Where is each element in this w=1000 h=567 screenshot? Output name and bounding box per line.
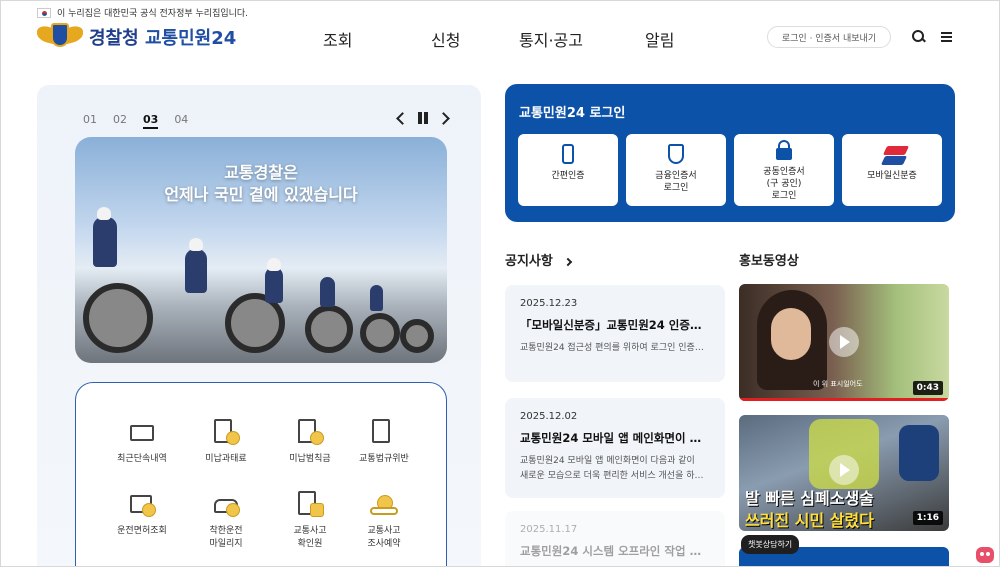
slide-page-04[interactable]: 04 (174, 113, 188, 129)
site-logo[interactable]: 경찰청 교통민원24 (37, 21, 236, 53)
quick-accident-certificate[interactable]: 교통사고 확인원 (270, 491, 350, 551)
play-icon[interactable] (829, 455, 859, 485)
slide-controls (395, 111, 451, 125)
notice-item[interactable]: 2025.12.02 교통민원24 모바일 앱 메인화면이 개편되었습니다 교통… (505, 398, 725, 498)
shield-icon (665, 144, 687, 166)
notice-item[interactable]: 2025.11.17 교통민원24 시스템 오프라인 작업 안내 (505, 511, 725, 566)
slide-page-02[interactable]: 02 (113, 113, 127, 129)
notice-title: 교통민원24 모바일 앱 메인화면이 개편되었습니다 (520, 431, 710, 445)
quick-menu: 최근단속내역 미납과태료 미납범칙금 교통법규위반 운전면허조회 착한운전 마일… (75, 382, 447, 566)
header: 경찰청 교통민원24 조회 신청 통지·공고 알림 로그인 · 인증서 내보내기 (1, 19, 999, 61)
slide-page-03[interactable]: 03 (143, 113, 159, 129)
login-joint-cert-button[interactable]: 공동인증서 (구 공인) 로그인 (734, 134, 834, 206)
hero-banner[interactable]: 교통경찰은 언제나 국민 곁에 있겠습니다 (75, 137, 447, 363)
banner-line-2: 언제나 국민 곁에 있겠습니다 (164, 185, 358, 204)
quick-good-driving-mileage[interactable]: 착한운전 마일리지 (186, 491, 266, 551)
gnb-item-alerts[interactable]: 알림 (645, 27, 674, 51)
video-progress-bar (739, 398, 949, 401)
mobile-id-icon (880, 144, 910, 166)
notice-body: 교통민원24 모바일 앱 메인화면이 다음과 같이 새로운 모습으로 더욱 편리… (520, 456, 710, 481)
notice-title: 「모바일신분증」교통민원24 인증수단 추가 안내 (520, 318, 710, 332)
camera-icon (126, 419, 158, 447)
notice-date: 2025.12.02 (520, 411, 578, 422)
notices-title: 공지사항 (505, 254, 553, 269)
gov-identifier-strip: 이 누리집은 대한민국 공식 전자정부 누리집입니다. (37, 6, 248, 19)
notice-date: 2025.12.23 (520, 298, 578, 309)
slide-pager: 01 02 03 04 (83, 113, 188, 129)
promo-video-1[interactable]: 이 위 표시일어도 0:43 (739, 284, 949, 401)
page: 이 누리집은 대한민국 공식 전자정부 누리집입니다. 경찰청 교통민원24 조… (0, 0, 1000, 567)
notice-title: 교통민원24 시스템 오프라인 작업 안내 (520, 544, 710, 558)
license-coin-icon (126, 491, 158, 519)
notices-section-link[interactable]: 공지사항 (505, 250, 573, 269)
play-icon[interactable] (829, 327, 859, 357)
search-icon[interactable] (911, 29, 927, 45)
login-cert-export-button[interactable]: 로그인 · 인증서 내보내기 (767, 26, 891, 48)
video-duration: 0:43 (912, 381, 943, 395)
video-caption-line-1: 발 빠른 심폐소생술 (745, 489, 874, 508)
login-financial-cert-button[interactable]: 금융인증서 로그인 (626, 134, 726, 206)
gnb-item-inquiry[interactable]: 조회 (323, 27, 352, 51)
car-coin-icon (210, 491, 242, 519)
quick-traffic-violation[interactable]: 교통법규위반 (344, 419, 424, 466)
slide-next-icon[interactable] (439, 111, 451, 125)
login-title: 교통민원24 로그인 (519, 106, 626, 121)
police-emblem-icon (37, 21, 83, 53)
accident-doc-icon (294, 491, 326, 519)
videos-title: 홍보동영상 (739, 254, 799, 269)
hand-coin-icon (368, 491, 400, 519)
slide-prev-icon[interactable] (395, 111, 407, 125)
login-simple-auth-button[interactable]: 간편인증 (518, 134, 618, 206)
notice-item[interactable]: 2025.12.23 「모바일신분증」교통민원24 인증수단 추가 안내 교통민… (505, 285, 725, 382)
quick-unpaid-penalty[interactable]: 미납범칙금 (270, 419, 350, 466)
promo-video-2[interactable]: 발 빠른 심폐소생술 쓰러진 시민 살렸다 1:16 (739, 415, 949, 531)
logo-sub-text: 교통민원24 (144, 28, 237, 49)
notice-date: 2025.11.17 (520, 524, 578, 535)
video-caption-line-2: 쓰러진 시민 살렸다 (745, 511, 874, 530)
login-mobile-id-button[interactable]: 모바일신분증 (842, 134, 942, 206)
chatbot-robot-icon[interactable] (976, 547, 994, 563)
logo-main-text: 경찰청 (89, 28, 139, 49)
gov-strip-text: 이 누리집은 대한민국 공식 전자정부 누리집입니다. (57, 9, 249, 19)
login-card: 교통민원24 로그인 간편인증 금융인증서 로그인 공동인증서 (구 공인) 로… (505, 84, 955, 222)
warning-coin-icon (294, 419, 326, 447)
video-caption: 이 위 표시일어도 (813, 380, 863, 388)
gnb-item-apply[interactable]: 신청 (431, 27, 460, 51)
video-duration: 1:16 (912, 511, 943, 525)
chatbot-button[interactable]: 챗봇상담하기 (741, 535, 800, 554)
notice-body: 교통민원24 접근성 편의를 위하여 로그인 인증수단 (520, 343, 710, 353)
slide-page-01[interactable]: 01 (83, 113, 97, 129)
quick-unpaid-fine[interactable]: 미납과태료 (186, 419, 266, 466)
quick-accident-reservation[interactable]: 교통사고 조사예약 (344, 491, 424, 551)
chevron-right-icon (563, 257, 573, 266)
bill-coin-icon (210, 419, 242, 447)
quick-license-inquiry[interactable]: 운전면허조회 (102, 491, 182, 538)
left-panel: 01 02 03 04 교통경찰은 언제나 국민 곁에 있겠습니다 최근단속내역… (37, 85, 481, 566)
quick-recent-enforcement[interactable]: 최근단속내역 (102, 419, 182, 466)
checklist-icon (368, 419, 400, 447)
banner-line-1: 교통경찰은 (224, 163, 298, 182)
gnb-item-notice-announce[interactable]: 통지·공고 (519, 27, 583, 51)
korea-flag-icon (37, 7, 51, 18)
phone-icon (557, 144, 579, 166)
lock-icon (773, 140, 795, 162)
slide-pause-icon[interactable] (417, 111, 429, 125)
hamburger-menu-icon[interactable] (939, 29, 955, 45)
